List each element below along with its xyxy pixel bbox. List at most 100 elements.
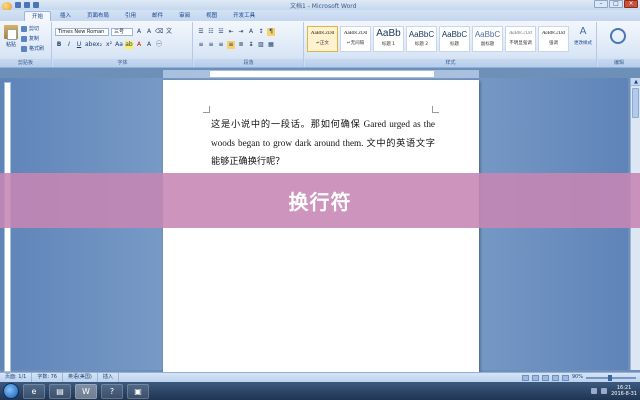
print-layout-view-icon[interactable] <box>521 374 529 381</box>
horizontal-ruler[interactable] <box>163 70 479 78</box>
crop-mark <box>203 106 210 113</box>
paste-button[interactable]: 粘贴 <box>3 25 19 55</box>
bullets-icon[interactable]: ☰ <box>197 28 205 36</box>
change-styles-button[interactable]: A 更改样式 <box>571 26 595 52</box>
clock[interactable]: 16:21 2016-8-31 <box>611 385 637 397</box>
tab-references[interactable]: 引用 <box>118 11 143 21</box>
highlight-icon[interactable]: ab <box>125 41 133 49</box>
distributed-icon[interactable]: ≣ <box>237 41 245 49</box>
taskbar-app[interactable]: ▣ <box>127 383 149 399</box>
style-preview: AaBbCcDd <box>310 31 335 36</box>
subscript-button[interactable]: x₂ <box>95 41 103 49</box>
font-group-label: 字体 <box>53 59 192 67</box>
font-color-icon[interactable]: A <box>135 41 143 49</box>
underline-button[interactable]: U <box>75 41 83 49</box>
zoom-slider[interactable] <box>586 374 636 381</box>
line-spacing-icon[interactable]: ↨ <box>247 41 255 49</box>
sort-icon[interactable]: ↕ <box>257 28 265 36</box>
taskbar-explorer[interactable]: ▤ <box>49 383 71 399</box>
document-body-text[interactable]: 这是小说中的一段话。那如何确保 Gared urged as the woods… <box>211 115 435 171</box>
format-painter-button[interactable]: 格式刷 <box>21 45 44 52</box>
show-marks-icon[interactable]: ¶ <box>267 28 275 36</box>
network-icon[interactable] <box>591 388 598 394</box>
zoom-knob[interactable] <box>608 374 612 381</box>
outline-view-icon[interactable] <box>551 374 559 381</box>
format-painter-label: 格式刷 <box>29 46 45 52</box>
taskbar-help[interactable]: ? <box>101 383 123 399</box>
style-preview: AaBbC <box>474 30 501 39</box>
status-page[interactable]: 页面: 1/1 <box>0 373 33 382</box>
bold-button[interactable]: B <box>55 41 63 49</box>
clear-format-button[interactable]: ⌫ <box>155 28 163 36</box>
full-screen-view-icon[interactable] <box>531 374 539 381</box>
justify-icon[interactable]: ≡ <box>227 41 235 49</box>
grow-font-button[interactable]: A <box>135 28 143 36</box>
multilevel-icon[interactable]: ☱ <box>217 28 225 36</box>
copy-button[interactable]: 复制 <box>21 35 39 42</box>
style-no-spacing[interactable]: AaBbCcDd ↵无间隔 <box>340 26 371 52</box>
scroll-thumb[interactable] <box>632 88 639 118</box>
start-button[interactable] <box>3 383 19 399</box>
shrink-font-button[interactable]: A <box>145 28 153 36</box>
shading-icon[interactable]: ▨ <box>257 41 265 49</box>
save-icon[interactable] <box>15 2 21 8</box>
phonetic-guide-button[interactable]: 文 <box>165 28 173 36</box>
numbering-icon[interactable]: ☷ <box>207 28 215 36</box>
redo-icon[interactable] <box>33 2 39 8</box>
font-group: Times New Roman 三号 A A ⌫ 文 B I U abe x₂ … <box>53 22 193 67</box>
font-name-combo[interactable]: Times New Roman <box>55 28 109 36</box>
style-heading-2[interactable]: AaBbC 标题 2 <box>406 26 437 52</box>
strikethrough-button[interactable]: abe <box>85 41 96 49</box>
style-heading-1[interactable]: AaBb 标题 1 <box>373 26 404 52</box>
status-words[interactable]: 字数: 76 <box>32 373 63 382</box>
clipboard-group-label: 剪贴板 <box>0 59 51 67</box>
maximize-button[interactable]: □ <box>609 0 623 8</box>
style-name: 副标题 <box>480 42 495 47</box>
tab-review[interactable]: 审阅 <box>172 11 197 21</box>
find-icon[interactable] <box>610 28 626 44</box>
style-title[interactable]: AaBbC 标题 <box>439 26 470 52</box>
undo-icon[interactable] <box>24 2 30 8</box>
align-right-icon[interactable]: ≡ <box>217 41 225 49</box>
ruler-right-margin <box>434 71 478 77</box>
superscript-button[interactable]: x² <box>105 41 113 49</box>
draft-view-icon[interactable] <box>561 374 569 381</box>
style-emphasis[interactable]: AaBbCcDd 强调 <box>538 26 569 52</box>
enclose-char-button[interactable]: ㊀ <box>155 41 163 49</box>
tab-view[interactable]: 视图 <box>199 11 224 21</box>
chinese-layout-icon[interactable]: A <box>247 28 255 36</box>
style-subtle-emphasis[interactable]: AaBbCcDd 不明显强调 <box>505 26 536 52</box>
zoom-level[interactable]: 90% <box>572 373 583 382</box>
increase-indent-icon[interactable]: ⇥ <box>237 28 245 36</box>
close-button[interactable]: × <box>624 0 638 8</box>
title-bar: 文档1 - Microsoft Word – □ × <box>0 0 640 11</box>
italic-button[interactable]: I <box>65 41 73 49</box>
style-preview: AaBbCcDd <box>343 31 368 36</box>
decrease-indent-icon[interactable]: ⇤ <box>227 28 235 36</box>
clock-date: 2016-8-31 <box>611 391 637 397</box>
status-mode[interactable]: 插入 <box>98 373 119 382</box>
tab-developer[interactable]: 开发工具 <box>226 11 262 21</box>
tab-insert[interactable]: 插入 <box>53 11 78 21</box>
taskbar-word[interactable]: W <box>75 383 97 399</box>
status-language[interactable]: 英语(美国) <box>63 373 98 382</box>
taskbar-ie[interactable]: e <box>23 383 45 399</box>
tab-page-layout[interactable]: 页面布局 <box>80 11 116 21</box>
style-subtitle[interactable]: AaBbC 副标题 <box>472 26 503 52</box>
font-size-combo[interactable]: 三号 <box>111 28 133 36</box>
align-center-icon[interactable]: ≡ <box>207 41 215 49</box>
align-left-icon[interactable]: ≡ <box>197 41 205 49</box>
style-normal[interactable]: AaBbCcDd ↵正文 <box>307 26 338 52</box>
borders-icon[interactable]: ▦ <box>267 41 275 49</box>
minimize-button[interactable]: – <box>594 0 608 8</box>
web-layout-view-icon[interactable] <box>541 374 549 381</box>
cut-button[interactable]: 剪切 <box>21 25 39 32</box>
change-case-button[interactable]: Aa <box>115 41 123 49</box>
tab-home[interactable]: 开始 <box>24 11 52 21</box>
tab-mailings[interactable]: 邮件 <box>145 11 170 21</box>
char-shading-button[interactable]: A <box>145 41 153 49</box>
scroll-up-icon[interactable]: ▲ <box>631 78 640 86</box>
volume-icon[interactable] <box>601 388 608 394</box>
cut-label: 剪切 <box>29 26 40 32</box>
banner-title: 换行符 <box>288 190 352 214</box>
